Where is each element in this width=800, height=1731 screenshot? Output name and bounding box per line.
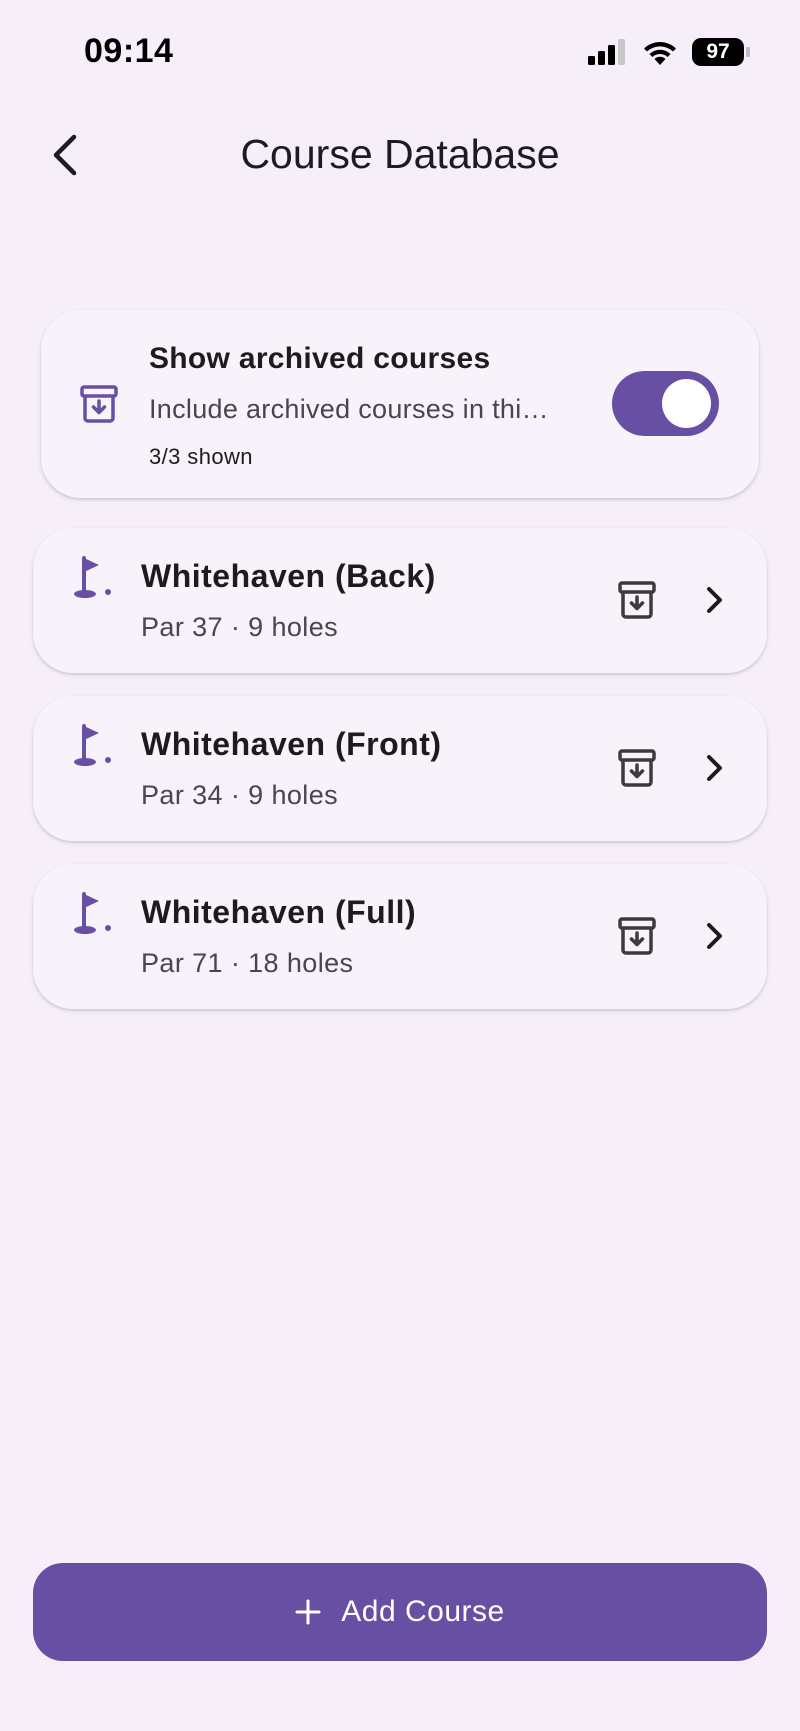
battery-indicator: 97 — [692, 38, 750, 66]
golf-flag-icon — [74, 724, 111, 766]
archive-icon — [80, 385, 118, 423]
show-archived-card: Show archived courses Include archived c… — [41, 310, 759, 498]
course-list: Whitehaven (Back) Par 37 · 9 holes White… — [33, 528, 767, 1032]
wifi-icon — [644, 42, 676, 65]
course-database-screen: 09:14 97 Course Database Show archived c… — [0, 0, 800, 1731]
archive-course-button[interactable] — [610, 573, 664, 627]
plus-icon — [295, 1599, 321, 1625]
archive-icon — [618, 581, 656, 619]
archive-icon — [618, 749, 656, 787]
shown-count: 3/3 shown — [149, 444, 253, 469]
course-item[interactable]: Whitehaven (Back) Par 37 · 9 holes — [33, 528, 767, 673]
archive-course-button[interactable] — [610, 909, 664, 963]
cellular-signal-icon — [588, 39, 625, 65]
status-bar: 09:14 97 — [0, 0, 800, 100]
golf-flag-icon — [74, 556, 111, 598]
course-item[interactable]: Whitehaven (Front) Par 34 · 9 holes — [33, 696, 767, 841]
add-course-label: Add Course — [341, 1595, 505, 1628]
status-time: 09:14 — [84, 32, 174, 70]
chevron-right-icon — [697, 582, 733, 618]
toggle-subtitle: Include archived courses in thi… — [149, 394, 549, 424]
course-name: Whitehaven (Full) — [141, 894, 417, 930]
toggle-title: Show archived courses — [149, 342, 491, 375]
course-name: Whitehaven (Front) — [141, 726, 442, 762]
course-meta: Par 37 · 9 holes — [141, 612, 339, 642]
course-meta: Par 34 · 9 holes — [141, 780, 339, 810]
archive-icon — [618, 917, 656, 955]
chevron-right-icon — [697, 918, 733, 954]
golf-flag-icon — [74, 892, 111, 934]
status-icons: 97 — [588, 38, 750, 66]
course-item[interactable]: Whitehaven (Full) Par 71 · 18 holes — [33, 864, 767, 1009]
course-name: Whitehaven (Back) — [141, 558, 436, 594]
show-archived-switch[interactable] — [612, 371, 719, 436]
chevron-right-icon — [697, 750, 733, 786]
battery-tip — [746, 47, 750, 57]
battery-level: 97 — [692, 38, 744, 66]
page-title: Course Database — [240, 131, 560, 177]
add-course-button[interactable]: Add Course — [33, 1563, 767, 1661]
switch-thumb — [662, 379, 711, 428]
archive-course-button[interactable] — [610, 741, 664, 795]
app-bar: Course Database — [0, 115, 800, 195]
course-meta: Par 71 · 18 holes — [141, 948, 354, 978]
